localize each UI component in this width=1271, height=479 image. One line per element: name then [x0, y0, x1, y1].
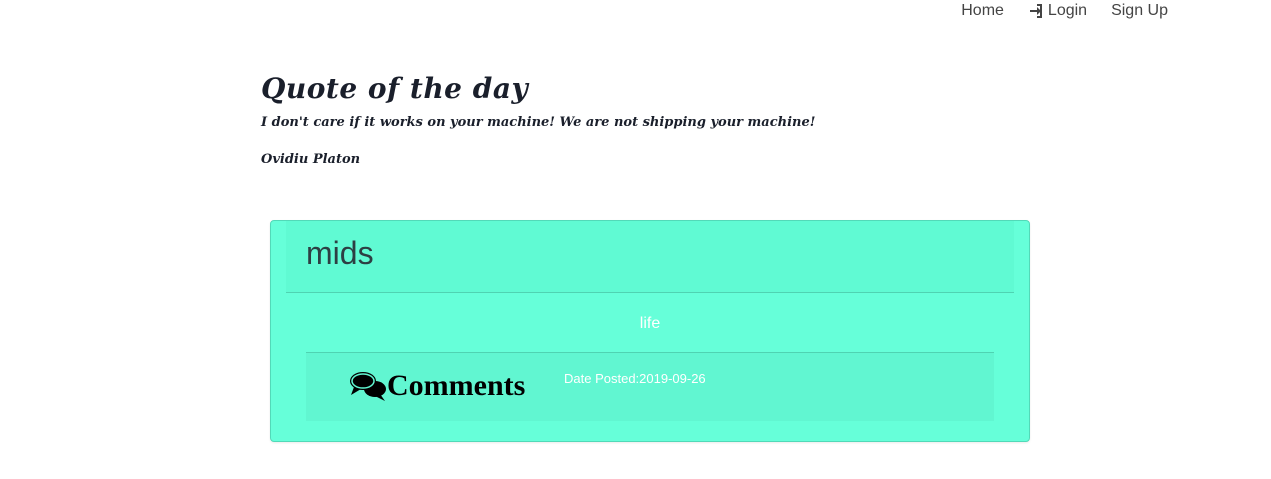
post-footer: Comments Date Posted:2019-09-26: [306, 352, 994, 421]
nav-signup-link[interactable]: Sign Up: [1111, 2, 1168, 20]
nav-signup-label: Sign Up: [1111, 2, 1168, 19]
comments-icon: [349, 370, 387, 402]
nav-home-link[interactable]: Home: [961, 2, 1004, 20]
nav-login-label: Login: [1047, 2, 1088, 19]
date-posted: Date Posted:2019-09-26: [564, 371, 706, 386]
nav-home-label: Home: [961, 2, 1004, 19]
sign-in-icon: [1028, 3, 1044, 19]
nav-login-link[interactable]: Login: [1028, 2, 1087, 20]
quote-text: I don't care if it works on your machine…: [261, 115, 816, 130]
comments-button[interactable]: Comments: [349, 369, 525, 403]
quote-of-the-day: Quote of the day I don't care if it work…: [261, 72, 1061, 167]
post-card: mids life Comments Date Posted:2019-09-2…: [270, 220, 1030, 442]
quote-heading: Quote of the day: [261, 72, 529, 105]
comments-label: Comments: [387, 369, 526, 402]
quote-author: Ovidiu Platon: [261, 152, 361, 167]
post-category: life: [639, 315, 661, 332]
post-title[interactable]: mids: [306, 235, 374, 272]
date-posted-label: Date Posted:: [564, 371, 640, 386]
post-header: mids: [286, 221, 1014, 293]
top-navbar: Home Login Sign Up: [961, 0, 1168, 22]
date-posted-value: 2019-09-26: [639, 371, 706, 386]
